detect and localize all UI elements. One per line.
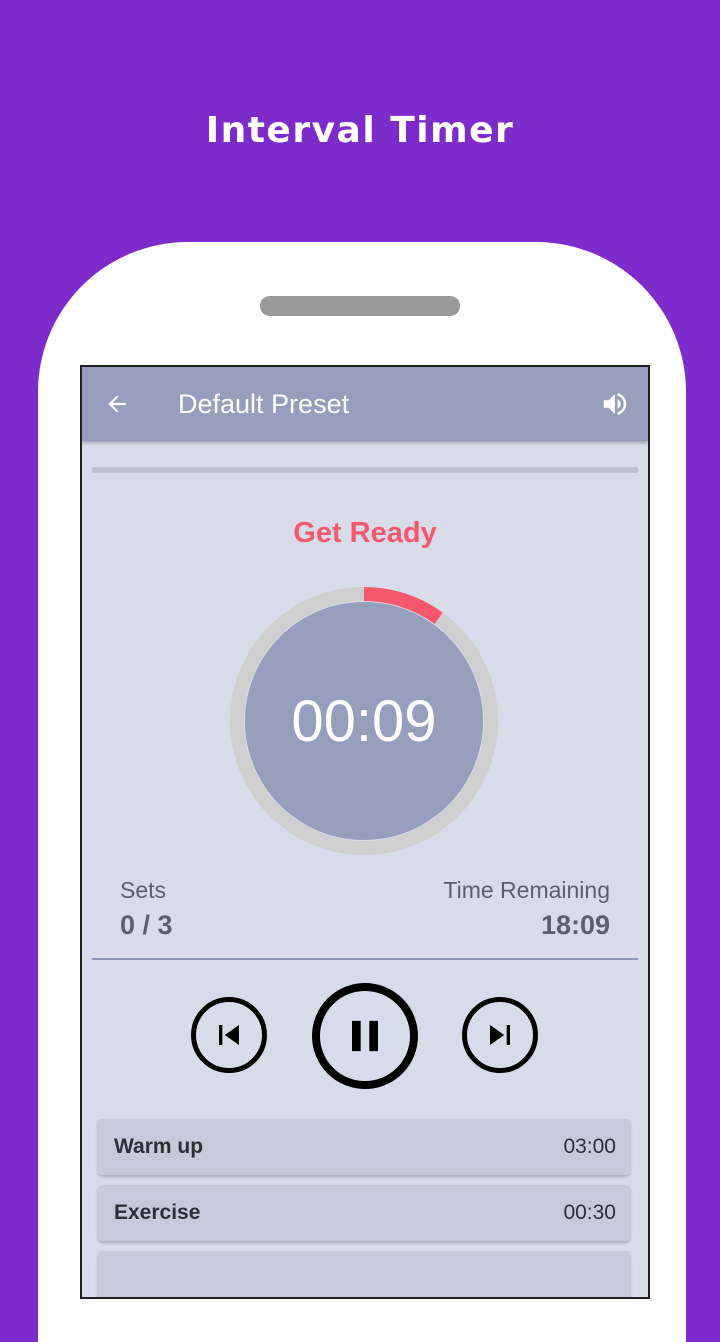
interval-row[interactable]: Exercise 00:30 [98, 1185, 630, 1241]
skip-previous-icon [209, 1015, 249, 1055]
back-button[interactable] [102, 389, 132, 419]
app-toolbar: Default Preset [82, 367, 648, 441]
promo-headline: Interval Timer [205, 110, 515, 151]
volume-icon [600, 389, 630, 419]
page-title: Default Preset [178, 389, 350, 419]
sets-value: 0 / 3 [120, 910, 173, 940]
skip-next-icon [480, 1015, 520, 1055]
interval-list: Warm up 03:00 Exercise 00:30 [98, 1119, 630, 1297]
interval-row[interactable] [98, 1251, 630, 1297]
divider [92, 958, 638, 960]
interval-name: Warm up [114, 1135, 204, 1158]
time-remaining-value: 18:09 [540, 910, 610, 940]
phase-label: Get Ready [293, 517, 437, 549]
pause-icon [339, 1010, 391, 1062]
interval-duration: 03:00 [563, 1135, 616, 1158]
app-screen: Default Preset Get Ready 00:09 Sets 0 / … [80, 365, 650, 1299]
previous-button[interactable] [191, 997, 267, 1073]
workout-progress-bar [92, 467, 638, 473]
sets-label: Sets [120, 877, 167, 903]
timer-face: 00:09 [245, 602, 483, 840]
arrow-left-icon [104, 391, 130, 417]
pause-button[interactable] [312, 983, 418, 1089]
sound-toggle-button[interactable] [598, 387, 632, 421]
time-remaining-label: Time Remaining [443, 877, 610, 903]
interval-duration: 00:30 [563, 1201, 616, 1224]
interval-row[interactable]: Warm up 03:00 [98, 1119, 630, 1175]
timer-ring: 00:09 [230, 587, 498, 855]
phone-speaker [260, 296, 460, 316]
interval-name: Exercise [114, 1201, 201, 1224]
timer-display: 00:09 [291, 688, 437, 754]
next-button[interactable] [462, 997, 538, 1073]
phone-frame: Default Preset Get Ready 00:09 Sets 0 / … [38, 242, 686, 1342]
